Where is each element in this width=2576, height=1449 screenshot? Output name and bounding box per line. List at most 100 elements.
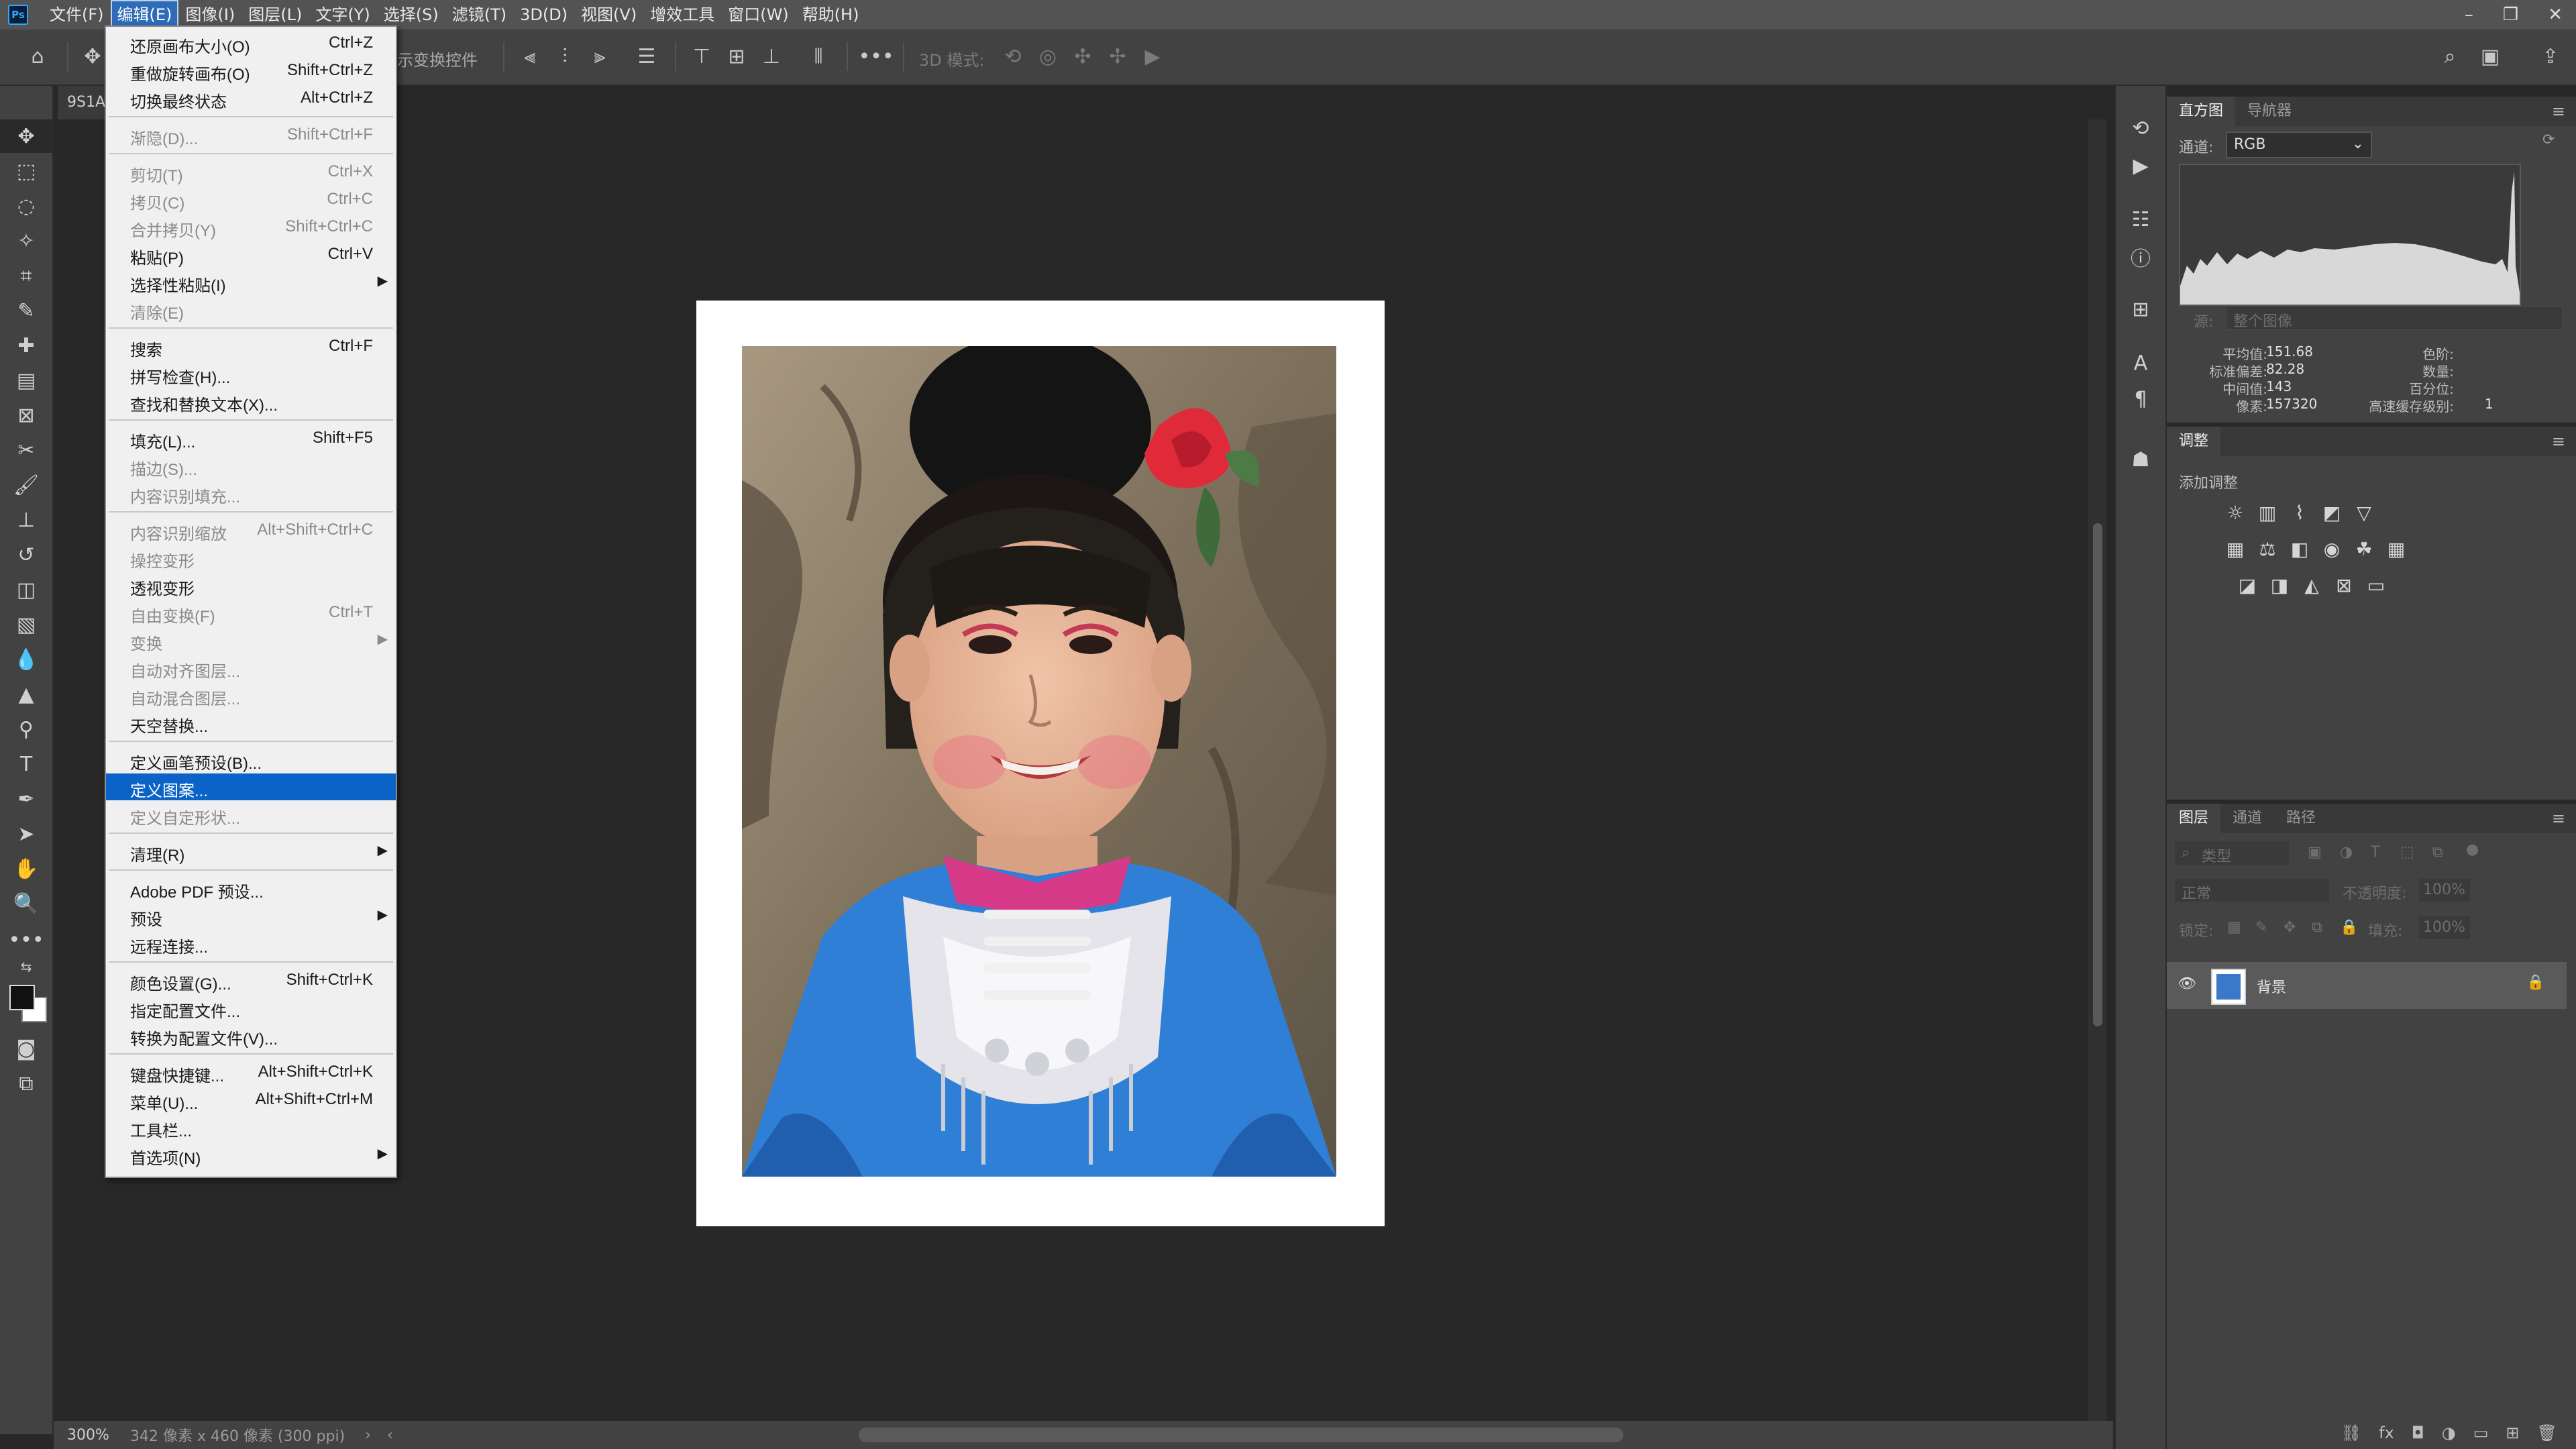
channel-select[interactable]: RGB ⌄ [2226,131,2372,158]
more-options-icon[interactable]: ••• [858,42,894,71]
filter-pixel-icon[interactable]: ▣ [2308,844,2322,861]
eraser-tool-icon[interactable]: ◫ [0,573,52,606]
photo-filter-icon[interactable]: ◉ [2320,537,2344,561]
refresh-icon[interactable]: ⟳ [2542,131,2555,148]
edit-menu-item[interactable]: 搜索 Ctrl+F [106,333,396,360]
lock-image-icon[interactable]: ✎ [2255,919,2267,936]
new-adjustment-layer-icon[interactable]: ◑ [2442,1424,2456,1442]
chevron-right-icon[interactable]: › [365,1427,371,1444]
content-aware-move-icon[interactable]: ✂ [0,433,52,467]
channel-mixer-icon[interactable]: ☘ [2352,537,2376,561]
path-selection-tool-icon[interactable]: ➤ [0,817,52,851]
chevron-left-icon[interactable]: ‹ [387,1427,393,1444]
opacity-input[interactable]: 100% [2419,879,2470,902]
actions-play-icon[interactable]: ▶ [2116,148,2165,184]
curves-icon[interactable]: ⌇ [2288,500,2312,525]
visibility-eye-icon[interactable]: 👁 [2178,975,2196,992]
levels-icon[interactable]: ▥ [2255,500,2279,525]
edit-menu-item[interactable]: 菜单(U)... Alt+Shift+Ctrl+M [106,1086,396,1113]
menu-6[interactable]: 滤镜(T) [445,0,513,30]
vertical-scrollbar-thumb[interactable] [2093,523,2102,1026]
3d-camera-icon[interactable]: ▶ [1138,42,1167,71]
panel-menu-icon[interactable]: ≡ [2552,102,2565,121]
vibrance-icon[interactable]: ▽ [2352,500,2376,525]
hand-tool-icon[interactable]: ✋ [0,852,52,885]
restore-icon[interactable]: ❐ [2503,5,2518,25]
filter-adjustment-icon[interactable]: ◑ [2340,844,2353,861]
libraries-icon[interactable]: ☗ [2116,441,2165,478]
align-top-icon[interactable]: ⊤ [687,42,716,71]
paragraph-icon[interactable]: ¶ [2116,381,2165,417]
document-photo[interactable] [742,346,1336,1177]
threshold-icon[interactable]: ◭ [2300,573,2324,597]
distribute-vertical-icon[interactable]: ☰ [632,42,661,71]
lasso-tool-icon[interactable]: ◌ [0,189,52,223]
crop-tool-icon[interactable]: ⌗ [0,259,52,292]
tab-layers[interactable]: 图层 [2167,804,2221,833]
edit-menu-item[interactable]: 透视变形 [106,572,396,598]
filter-shape-icon[interactable]: ⬚ [2400,844,2414,861]
align-bottom-icon[interactable]: ⊥ [757,42,786,71]
color-balance-icon[interactable]: ⚖ [2255,537,2279,561]
edit-menu-item[interactable]: 天空替换... [106,709,396,736]
frame-tool-icon[interactable]: ⊠ [0,398,52,432]
zoom-level[interactable]: 300% [67,1427,115,1444]
edit-menu-item[interactable]: 拼写检查(H)... [106,360,396,387]
color-lookup-icon[interactable]: ▦ [2384,537,2408,561]
posterize-icon[interactable]: ◨ [2267,573,2292,597]
brush-tool-icon[interactable]: 🖌 [0,468,52,502]
layer-lock-icon[interactable]: 🔒 [2526,974,2544,991]
selective-color-icon[interactable]: ⊠ [2332,573,2356,597]
transform-controls-label[interactable]: 示变换控件 [397,47,478,70]
menu-11[interactable]: 帮助(H) [796,0,866,30]
healing-brush-tool-icon[interactable]: ✚ [0,329,52,362]
add-mask-icon[interactable]: ◘ [2412,1424,2424,1442]
edit-menu-item[interactable]: 还原画布大小(O) Ctrl+Z [106,30,396,56]
exposure-icon[interactable]: ◩ [2320,500,2344,525]
edit-menu-item[interactable]: 定义图案... [106,773,396,800]
history-icon[interactable]: ⟲ [2116,110,2165,146]
edit-menu-item[interactable]: 转换为配置文件(V)... [106,1022,396,1049]
edit-menu-item[interactable]: 清理(R) ▶ [106,838,396,865]
align-center-icon[interactable]: ⫶ [550,42,580,71]
align-middle-icon[interactable]: ⊞ [722,42,751,71]
link-layers-icon[interactable]: ⛓ [2341,1424,2361,1442]
horizontal-scrollbar-thumb[interactable] [859,1428,1623,1442]
menu-10[interactable]: 窗口(W) [721,0,795,30]
history-brush-tool-icon[interactable]: ↺ [0,538,52,572]
glyphs-icon[interactable]: ⊞ [2116,291,2165,327]
3d-roll-icon[interactable]: ◎ [1033,42,1063,71]
hue-saturation-icon[interactable]: ▦ [2223,537,2247,561]
align-left-icon[interactable]: ⫷ [515,42,545,71]
home-icon[interactable]: ⌂ [23,42,52,71]
dodge-tool-icon[interactable]: ⚲ [0,712,52,746]
workspace-icon[interactable]: ▣ [2475,42,2505,71]
character-icon[interactable]: A [2116,345,2165,381]
search-icon[interactable]: ⌕ [2435,42,2465,71]
document-info[interactable]: 342 像素 x 460 像素 (300 ppi) [130,1424,345,1446]
layer-filter-select[interactable]: ⌕ 类型 [2175,841,2289,865]
panel-menu-icon[interactable]: ≡ [2552,432,2565,451]
info-icon[interactable]: ⓘ [2116,239,2165,275]
3d-pan-icon[interactable]: ✣ [1068,42,1097,71]
gradient-tool-icon[interactable]: ▧ [0,608,52,641]
pen-tool-icon[interactable]: ✒ [0,782,52,816]
edit-menu-item[interactable]: 填充(L)... Shift+F5 [106,425,396,451]
black-white-icon[interactable]: ◧ [2288,537,2312,561]
panel-menu-icon[interactable]: ≡ [2552,809,2565,828]
edit-menu-item[interactable]: 颜色设置(G)... Shift+Ctrl+K [106,967,396,994]
edit-menu-item[interactable]: 首选项(N) ▶ [106,1141,396,1168]
gradient-map-icon[interactable]: ▭ [2364,573,2388,597]
quick-mask-icon[interactable]: ◙ [0,1032,52,1065]
filter-smart-object-icon[interactable]: ⧉ [2432,844,2443,861]
edit-menu-item[interactable]: 工具栏... [106,1114,396,1140]
3d-orbit-icon[interactable]: ⟲ [998,42,1028,71]
share-icon[interactable]: ⇪ [2536,42,2565,71]
marquee-tool-icon[interactable]: ⬚ [0,154,52,188]
lock-all-icon[interactable]: 🔒 [2340,919,2358,936]
brightness-contrast-icon[interactable]: ☼ [2223,500,2247,525]
edit-menu-item[interactable]: 重做旋转画布(O) Shift+Ctrl+Z [106,57,396,84]
screen-mode-icon[interactable]: ⧉ [0,1067,52,1100]
edit-menu-item[interactable]: 粘贴(P) Ctrl+V [106,241,396,268]
eyedropper-tool-icon[interactable]: ✎ [0,294,52,327]
